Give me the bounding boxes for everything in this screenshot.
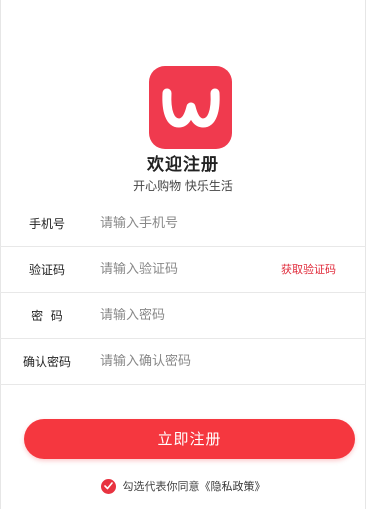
phone-label: 手机号 [28, 217, 65, 231]
password-label: 密 码 [31, 309, 63, 323]
phone-row: 手机号 [0, 201, 366, 247]
register-button[interactable]: 立即注册 [24, 419, 355, 459]
get-code-button[interactable]: 获取验证码 [281, 247, 336, 292]
confirm-password-row: 确认密码 [0, 339, 366, 385]
slogan: 开心购物 快乐生活 [133, 179, 233, 193]
checkmark-icon [103, 482, 113, 490]
agreement-row: 勾选代表你同意 《隐私政策》 [0, 478, 366, 494]
welcome-title: 欢迎注册 [147, 155, 219, 175]
agreement-text: 勾选代表你同意 [122, 480, 200, 493]
password-row: 密 码 [0, 293, 366, 339]
register-form: 手机号 验证码 获取验证码 密 码 确认密码 [0, 201, 366, 385]
app-logo [149, 66, 232, 149]
w-logo-icon [161, 88, 220, 127]
code-row: 验证码 获取验证码 [0, 247, 366, 293]
confirm-password-label: 确认密码 [22, 355, 71, 369]
agreement-checkbox[interactable] [100, 478, 116, 494]
phone-input[interactable] [100, 216, 270, 231]
password-input[interactable] [100, 308, 270, 323]
privacy-policy-link[interactable]: 《隐私政策》 [200, 478, 266, 494]
confirm-password-input[interactable] [100, 354, 270, 369]
code-input[interactable] [100, 262, 270, 277]
code-label: 验证码 [28, 263, 65, 277]
